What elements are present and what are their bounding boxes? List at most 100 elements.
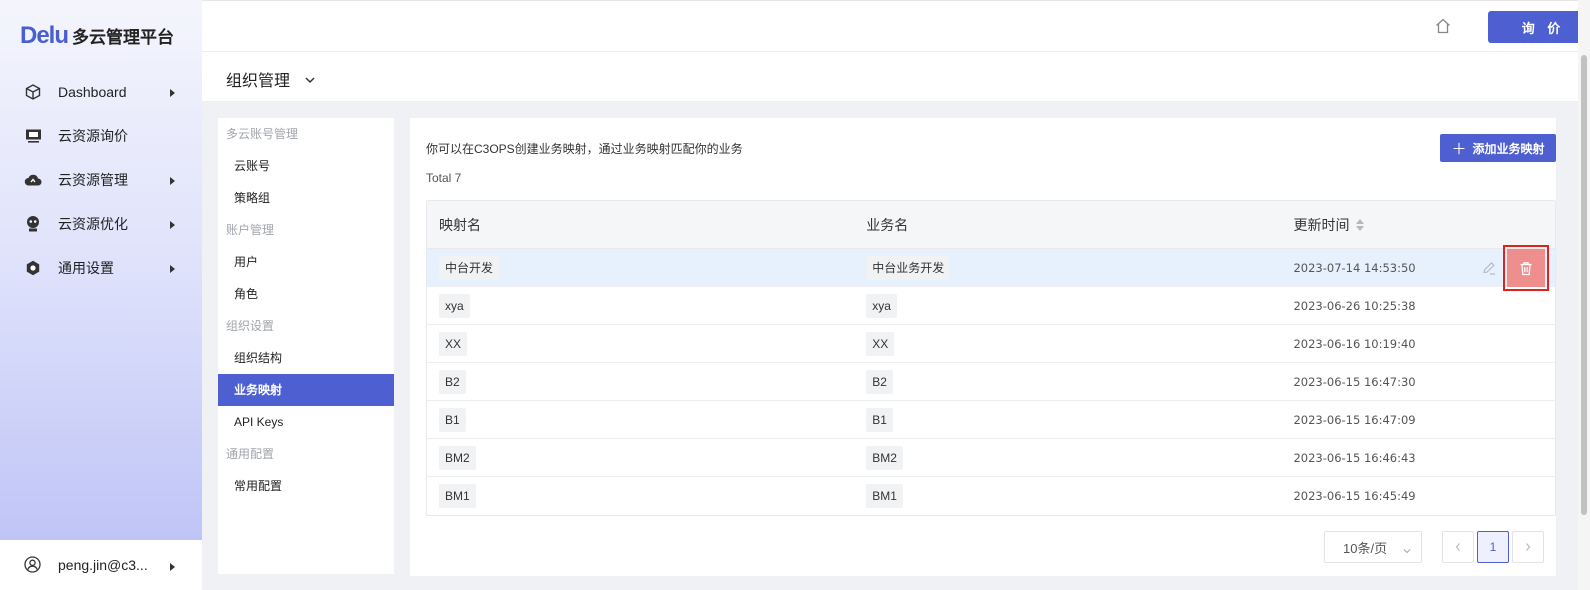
chevron-left-icon (1455, 543, 1460, 551)
brand-logo[interactable]: Delu 多云管理平台 (20, 22, 174, 50)
table-row[interactable]: xya xya 2023-06-26 10:25:38 (427, 287, 1555, 325)
mapping-name-tag: BM1 (439, 484, 476, 508)
next-page-button[interactable] (1512, 531, 1544, 563)
updated-time: 2023-06-16 10:19:40 (1293, 336, 1416, 351)
settings-subnav: 多云账号管理 云账号 策略组 账户管理 用户 角色 组织设置 组织结构 业务映射… (218, 118, 394, 574)
sidebar-item-cloud-inquiry[interactable]: 云资源询价 (0, 114, 202, 158)
mapping-table: 映射名 业务名 更新时间 中台开发 中台业务开发 2023-07-14 14:5… (426, 200, 1556, 516)
brand-name: 多云管理平台 (72, 28, 175, 48)
mapping-name-tag: xya (439, 293, 470, 318)
business-mapping-panel: 你可以在C3OPS创建业务映射，通过业务映射匹配你的业务 Total 7 ＋ 添… (410, 118, 1556, 576)
page-title: 组织管理 (226, 73, 291, 90)
caret-right-icon (170, 89, 175, 97)
table-row[interactable]: B2 B2 2023-06-15 16:47:30 (427, 363, 1555, 401)
add-mapping-button[interactable]: ＋ 添加业务映射 (1440, 134, 1556, 162)
column-header-updated[interactable]: 更新时间 (1281, 215, 1555, 235)
plus-icon: ＋ (1451, 140, 1467, 158)
updated-time: 2023-06-15 16:45:49 (1293, 489, 1416, 503)
subnav-group-label: 组织设置 (226, 319, 275, 333)
page-number-button[interactable]: 1 (1477, 531, 1509, 563)
settings-icon (24, 259, 42, 277)
total-count: Total 7 (426, 171, 462, 185)
sidebar-item-label: 云资源优化 (58, 216, 128, 232)
delete-highlight-box (1503, 245, 1549, 291)
mapping-name-tag: BM2 (439, 445, 476, 470)
business-name-tag: BM1 (866, 484, 903, 508)
subnav-group-label: 通用配置 (226, 447, 275, 461)
sidebar: Delu 多云管理平台 Dashboard 云资源询价 云资源管理 云资源优化 … (0, 0, 202, 590)
column-header-label: 更新时间 (1293, 216, 1350, 233)
subnav-item-business-mapping[interactable]: 业务映射 (218, 374, 394, 406)
sidebar-item-cloud-optimize[interactable]: 云资源优化 (0, 202, 202, 246)
table-row[interactable]: B1 B1 2023-06-15 16:47:09 (427, 401, 1555, 439)
chevron-right-icon (1526, 543, 1531, 551)
subnav-item-users[interactable]: 用户 (218, 246, 394, 278)
cube-icon (24, 83, 42, 101)
sidebar-item-cloud-management[interactable]: 云资源管理 (0, 158, 202, 202)
subnav-item-cloud-account[interactable]: 云账号 (218, 150, 394, 182)
caret-right-icon (170, 177, 175, 185)
mapping-name-tag: B2 (439, 369, 466, 394)
updated-time: 2023-06-15 16:46:43 (1293, 450, 1416, 465)
org-selector[interactable]: 组织管理 (226, 67, 316, 91)
sidebar-item-label: 云资源管理 (58, 172, 128, 188)
subnav-item-api-keys[interactable]: API Keys (218, 406, 394, 438)
table-row[interactable]: 中台开发 中台业务开发 2023-07-14 14:53:50 (427, 245, 1555, 291)
top-header: 询 价 (202, 0, 1590, 52)
subnav-item-policy-group[interactable]: 策略组 (218, 182, 394, 214)
cloud-icon (24, 171, 42, 189)
chevron-down-icon (1403, 543, 1411, 554)
sidebar-item-label: Dashboard (58, 84, 127, 100)
chevron-down-icon (304, 73, 316, 85)
brand-logo-text: Delu (20, 22, 69, 49)
prev-page-button[interactable] (1442, 531, 1474, 563)
sidebar-item-general-settings[interactable]: 通用设置 (0, 246, 202, 290)
subnav-item-common-config[interactable]: 常用配置 (218, 470, 394, 502)
page-size-value: 10条/页 (1343, 540, 1388, 556)
robot-icon (24, 215, 42, 233)
delete-button[interactable] (1507, 249, 1545, 287)
edit-icon[interactable] (1481, 260, 1497, 276)
updated-time: 2023-06-15 16:47:09 (1293, 412, 1416, 427)
column-header-mapping: 映射名 (439, 216, 481, 233)
subnav-item-org-structure[interactable]: 组织结构 (218, 342, 394, 374)
mapping-name-tag: B1 (439, 407, 466, 432)
page-description: 你可以在C3OPS创建业务映射，通过业务映射匹配你的业务 (426, 142, 743, 156)
table-row[interactable]: XX XX 2023-06-16 10:19:40 (427, 325, 1555, 363)
add-mapping-label: 添加业务映射 (1472, 141, 1545, 156)
subnav-item-roles[interactable]: 角色 (218, 278, 394, 310)
caret-right-icon (170, 265, 175, 273)
inquiry-button[interactable]: 询 价 (1488, 11, 1590, 43)
business-name-tag: B1 (866, 407, 893, 432)
org-header: 组织管理 (202, 52, 1578, 102)
monitor-icon (24, 127, 42, 145)
business-name-tag: B2 (866, 369, 893, 394)
column-header-business: 业务名 (866, 216, 909, 233)
table-header: 映射名 业务名 更新时间 (427, 201, 1555, 249)
mapping-name-tag: 中台开发 (439, 255, 500, 280)
caret-right-icon (170, 563, 175, 571)
sidebar-item-label: 通用设置 (58, 260, 114, 276)
updated-time: 2023-06-26 10:25:38 (1293, 298, 1416, 313)
page-size-select[interactable]: 10条/页 (1324, 531, 1422, 563)
page-scrollbar[interactable] (1578, 0, 1590, 590)
table-row[interactable]: BM2 BM2 2023-06-15 16:46:43 (427, 439, 1555, 477)
user-icon (24, 556, 42, 574)
mapping-name-tag: XX (439, 331, 468, 356)
business-name-tag: BM2 (866, 445, 903, 470)
user-email: peng.jin@c3... (58, 557, 148, 573)
trash-icon (1520, 261, 1532, 275)
sidebar-item-label: 云资源询价 (58, 128, 128, 144)
subnav-group-label: 多云账号管理 (226, 127, 299, 141)
updated-time: 2023-06-15 16:47:30 (1293, 374, 1416, 389)
home-icon[interactable] (1434, 17, 1454, 37)
sidebar-nav: Dashboard 云资源询价 云资源管理 云资源优化 通用设置 (0, 70, 202, 290)
sort-icon[interactable] (1356, 218, 1365, 231)
business-name-tag: XX (866, 331, 895, 356)
sidebar-item-dashboard[interactable]: Dashboard (0, 70, 202, 114)
scroll-thumb[interactable] (1581, 55, 1587, 515)
business-name-tag: xya (866, 293, 897, 318)
table-row[interactable]: BM1 BM1 2023-06-15 16:45:49 (427, 477, 1555, 515)
caret-right-icon (170, 221, 175, 229)
user-menu[interactable]: peng.jin@c3... (0, 540, 202, 590)
